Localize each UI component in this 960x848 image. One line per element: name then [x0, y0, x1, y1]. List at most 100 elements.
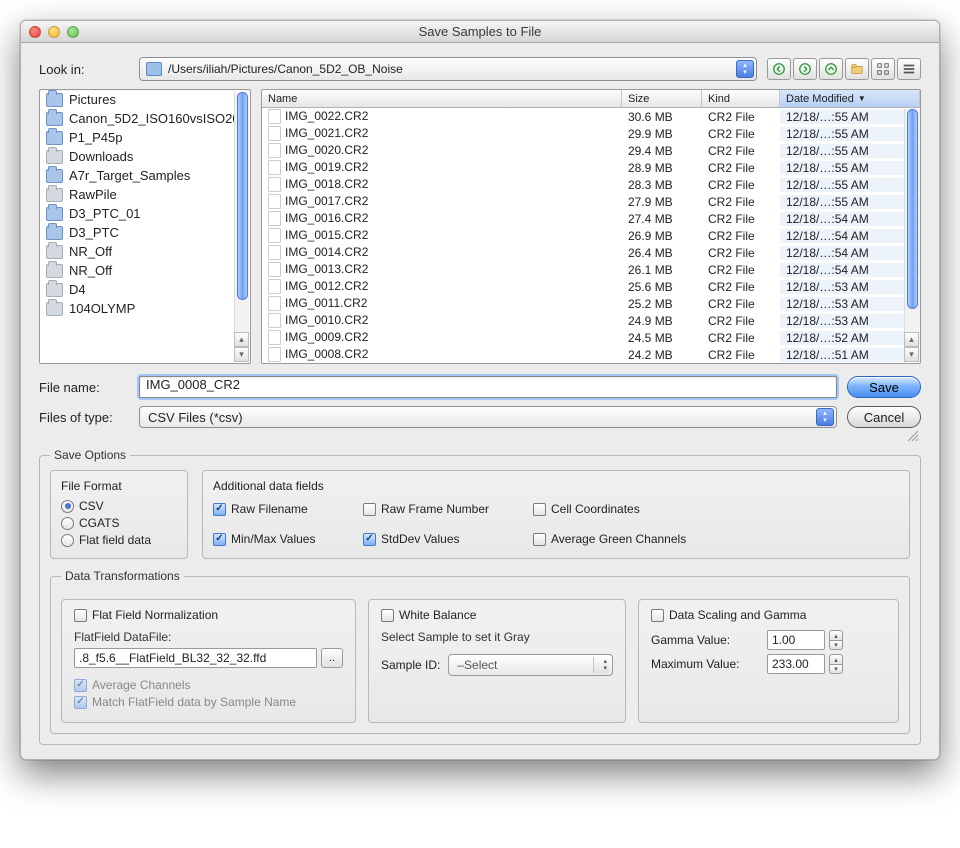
- sample-id-select[interactable]: –Select ▴▾: [448, 654, 613, 676]
- flatfield-toggle[interactable]: [74, 609, 87, 622]
- table-row[interactable]: IMG_0019.CR228.9 MBCR2 File12/18/…:55 AM: [262, 159, 920, 176]
- file-icon: [268, 143, 281, 158]
- sidebar-item[interactable]: 104OLYMP: [40, 299, 250, 318]
- checkbox[interactable]: [533, 533, 546, 546]
- sidebar-item[interactable]: A7r_Target_Samples: [40, 166, 250, 185]
- scrollbar-thumb[interactable]: [907, 109, 918, 309]
- column-headers[interactable]: Name Size Kind Date Modified▼: [262, 90, 920, 108]
- col-kind[interactable]: Kind: [702, 90, 780, 107]
- scroll-up-button[interactable]: ▴: [234, 332, 249, 347]
- sidebar-item[interactable]: D4: [40, 280, 250, 299]
- radio[interactable]: [61, 500, 74, 513]
- file-format-option[interactable]: Flat field data: [61, 533, 177, 547]
- sidebar-item-label: A7r_Target_Samples: [69, 168, 190, 183]
- list-view-button[interactable]: [897, 58, 921, 80]
- whitebalance-toggle[interactable]: [381, 609, 394, 622]
- file-format-option[interactable]: CSV: [61, 499, 177, 513]
- checkbox[interactable]: [363, 503, 376, 516]
- table-row[interactable]: IMG_0020.CR229.4 MBCR2 File12/18/…:55 AM: [262, 142, 920, 159]
- table-row[interactable]: IMG_0022.CR230.6 MBCR2 File12/18/…:55 AM: [262, 108, 920, 125]
- max-input[interactable]: 233.00: [767, 654, 825, 674]
- additional-option[interactable]: Average Green Channels: [533, 532, 723, 546]
- browse-button[interactable]: ..: [321, 648, 343, 668]
- file-name: IMG_0018.CR2: [285, 177, 368, 191]
- checkbox[interactable]: [213, 533, 226, 546]
- table-row[interactable]: IMG_0015.CR226.9 MBCR2 File12/18/…:54 AM: [262, 227, 920, 244]
- col-name[interactable]: Name: [262, 90, 622, 107]
- option-label: Average Green Channels: [551, 532, 686, 546]
- sidebar-scrollbar[interactable]: [234, 91, 249, 347]
- sidebar-item[interactable]: P1_P45p: [40, 128, 250, 147]
- chevron-updown-icon[interactable]: [736, 60, 754, 78]
- file-date: 12/18/…:51 AM: [780, 348, 920, 362]
- additional-option[interactable]: Raw Filename: [213, 502, 363, 516]
- table-row[interactable]: IMG_0013.CR226.1 MBCR2 File12/18/…:54 AM: [262, 261, 920, 278]
- additional-option[interactable]: StdDev Values: [363, 532, 533, 546]
- scroll-down-button[interactable]: ▾: [904, 347, 919, 362]
- sidebar-item[interactable]: NR_Off: [40, 261, 250, 280]
- match-flatfield-check: [74, 696, 87, 709]
- sidebar-item-label: NR_Off: [69, 263, 112, 278]
- col-date-modified[interactable]: Date Modified▼: [780, 90, 920, 107]
- sidebar-item[interactable]: RawPile: [40, 185, 250, 204]
- checkbox[interactable]: [213, 503, 226, 516]
- file-date: 12/18/…:55 AM: [780, 178, 920, 192]
- cancel-button[interactable]: Cancel: [847, 406, 921, 428]
- filelist-scrollbar[interactable]: [904, 108, 919, 347]
- new-folder-button[interactable]: [845, 58, 869, 80]
- sidebar-item[interactable]: Downloads: [40, 147, 250, 166]
- sidebar-item[interactable]: NR_Off: [40, 242, 250, 261]
- icon-view-button[interactable]: [871, 58, 895, 80]
- filetype-combo[interactable]: CSV Files (*csv): [139, 406, 837, 428]
- sidebar-item[interactable]: Pictures: [40, 90, 250, 109]
- file-size: 26.4 MB: [622, 246, 702, 260]
- flatfield-datafile-input[interactable]: .8_f5.6__FlatField_BL32_32_32.ffd: [74, 648, 317, 668]
- scroll-up-button[interactable]: ▴: [904, 332, 919, 347]
- file-date: 12/18/…:53 AM: [780, 314, 920, 328]
- dt-legend: Data Transformations: [61, 569, 184, 583]
- table-row[interactable]: IMG_0014.CR226.4 MBCR2 File12/18/…:54 AM: [262, 244, 920, 261]
- gamma-input[interactable]: 1.00: [767, 630, 825, 650]
- option-label: StdDev Values: [381, 532, 460, 546]
- additional-option[interactable]: Cell Coordinates: [533, 502, 723, 516]
- table-row[interactable]: IMG_0018.CR228.3 MBCR2 File12/18/…:55 AM: [262, 176, 920, 193]
- additional-option[interactable]: Raw Frame Number: [363, 502, 533, 516]
- nav-up-button[interactable]: [819, 58, 843, 80]
- radio[interactable]: [61, 534, 74, 547]
- file-kind: CR2 File: [702, 280, 780, 294]
- nav-back-button[interactable]: [767, 58, 791, 80]
- table-row[interactable]: IMG_0016.CR227.4 MBCR2 File12/18/…:54 AM: [262, 210, 920, 227]
- scaling-toggle[interactable]: [651, 609, 664, 622]
- file-format-option[interactable]: CGATS: [61, 516, 177, 530]
- checkbox[interactable]: [363, 533, 376, 546]
- nav-forward-button[interactable]: [793, 58, 817, 80]
- gamma-stepper[interactable]: ▴▾: [829, 630, 843, 650]
- chevron-updown-icon[interactable]: [816, 408, 834, 426]
- scrollbar-thumb[interactable]: [237, 92, 248, 300]
- file-size: 28.9 MB: [622, 161, 702, 175]
- sidebar-item[interactable]: D3_PTC_01: [40, 204, 250, 223]
- file-date: 12/18/…:54 AM: [780, 212, 920, 226]
- table-row[interactable]: IMG_0021.CR229.9 MBCR2 File12/18/…:55 AM: [262, 125, 920, 142]
- titlebar[interactable]: Save Samples to File: [21, 21, 939, 43]
- resize-grip[interactable]: [39, 430, 921, 442]
- file-size: 26.1 MB: [622, 263, 702, 277]
- max-stepper[interactable]: ▴▾: [829, 654, 843, 674]
- col-size[interactable]: Size: [622, 90, 702, 107]
- table-row[interactable]: IMG_0012.CR225.6 MBCR2 File12/18/…:53 AM: [262, 278, 920, 295]
- scroll-down-button[interactable]: ▾: [234, 347, 249, 362]
- lookin-combo[interactable]: /Users/iliah/Pictures/Canon_5D2_OB_Noise: [139, 57, 757, 81]
- filename-input[interactable]: IMG_0008_CR2: [139, 376, 837, 398]
- radio[interactable]: [61, 517, 74, 530]
- table-row[interactable]: IMG_0010.CR224.9 MBCR2 File12/18/…:53 AM: [262, 312, 920, 329]
- table-row[interactable]: IMG_0009.CR224.5 MBCR2 File12/18/…:52 AM: [262, 329, 920, 346]
- table-row[interactable]: IMG_0017.CR227.9 MBCR2 File12/18/…:55 AM: [262, 193, 920, 210]
- checkbox[interactable]: [533, 503, 546, 516]
- sidebar-item[interactable]: D3_PTC: [40, 223, 250, 242]
- folder-icon: [146, 62, 162, 76]
- additional-option[interactable]: Min/Max Values: [213, 532, 363, 546]
- save-button[interactable]: Save: [847, 376, 921, 398]
- table-row[interactable]: IMG_0008.CR224.2 MBCR2 File12/18/…:51 AM: [262, 346, 920, 363]
- table-row[interactable]: IMG_0011.CR225.2 MBCR2 File12/18/…:53 AM: [262, 295, 920, 312]
- sidebar-item[interactable]: Canon_5D2_ISO160vsISO200: [40, 109, 250, 128]
